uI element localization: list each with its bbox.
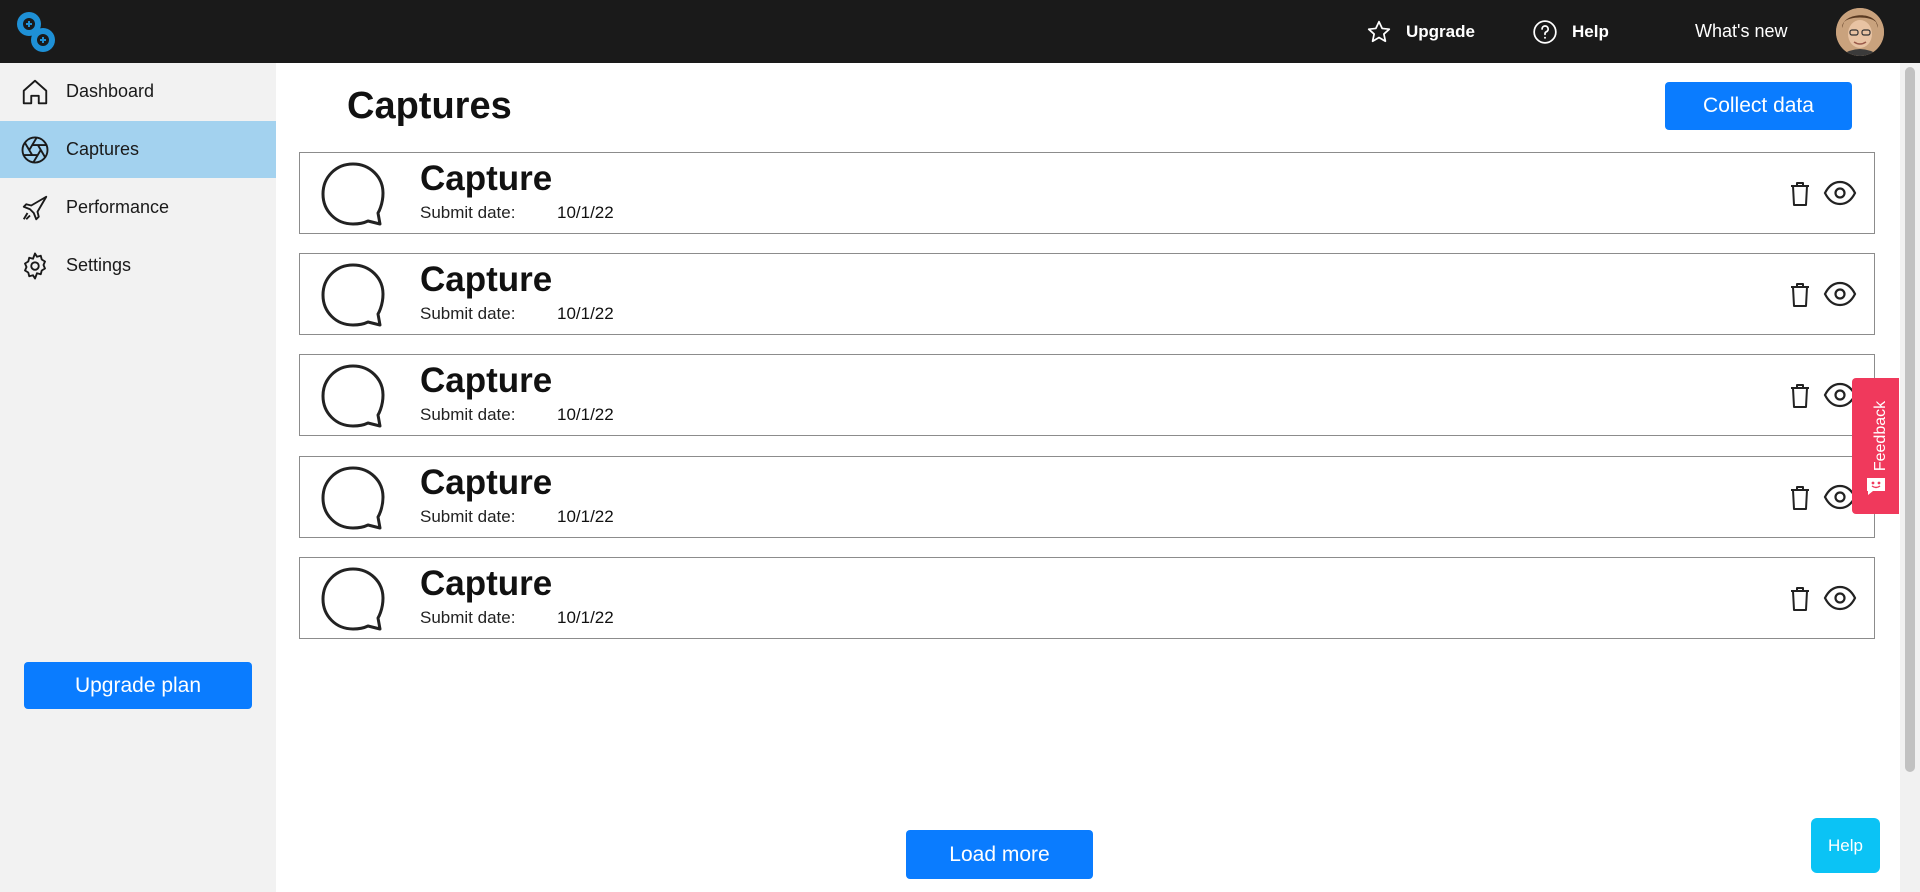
speech-bubble-icon <box>321 567 385 631</box>
help-label: Help <box>1572 21 1609 41</box>
capture-title: Capture <box>420 564 553 603</box>
trash-icon[interactable] <box>1789 282 1811 308</box>
upgrade-label: Upgrade <box>1406 21 1475 41</box>
star-icon <box>1367 20 1391 42</box>
sidebar-item-captures[interactable]: Captures <box>0 121 276 178</box>
submit-date-value: 10/1/22 <box>557 405 614 424</box>
sidebar-item-settings[interactable]: Settings <box>0 237 276 294</box>
capture-card[interactable]: Capture Submit date: 10/1/22 <box>299 456 1875 538</box>
submit-date-value: 10/1/22 <box>557 608 614 627</box>
collect-data-button[interactable]: Collect data <box>1665 82 1852 130</box>
capture-title: Capture <box>420 159 553 198</box>
capture-card[interactable]: Capture Submit date: 10/1/22 <box>299 152 1875 234</box>
speech-bubble-icon <box>321 162 385 226</box>
speech-bubble-icon <box>321 263 385 327</box>
submit-date-label: Submit date: <box>420 203 516 222</box>
eye-icon[interactable] <box>1823 280 1857 308</box>
feedback-tab[interactable]: Feedback <box>1852 378 1899 514</box>
capture-title: Capture <box>420 260 553 299</box>
eye-icon[interactable] <box>1823 179 1857 207</box>
sidebar-item-dashboard[interactable]: Dashboard <box>0 63 276 120</box>
upgrade-plan-button[interactable]: Upgrade plan <box>24 662 252 709</box>
sidebar-item-label: Settings <box>66 255 132 275</box>
whats-new-link[interactable]: What's new <box>1695 0 1787 63</box>
eye-icon[interactable] <box>1823 584 1857 612</box>
submit-date-label: Submit date: <box>420 405 516 424</box>
trash-icon[interactable] <box>1789 485 1811 511</box>
submit-date-value: 10/1/22 <box>557 203 614 222</box>
submit-date-value: 10/1/22 <box>557 304 614 323</box>
gear-icon <box>24 252 46 279</box>
trash-icon[interactable] <box>1789 181 1811 207</box>
capture-card[interactable]: Capture Submit date: 10/1/22 <box>299 557 1875 639</box>
capture-title: Capture <box>420 361 553 400</box>
trash-icon[interactable] <box>1789 586 1811 612</box>
top-bar: Upgrade Help What's new <box>0 0 1920 63</box>
upgrade-link[interactable]: Upgrade <box>1366 0 1475 63</box>
question-circle-icon <box>1533 19 1557 44</box>
app-logo[interactable] <box>14 8 58 56</box>
whats-new-label: What's new <box>1695 21 1788 41</box>
sidebar-item-label: Performance <box>66 197 170 217</box>
home-icon <box>22 79 48 104</box>
load-more-button[interactable]: Load more <box>906 830 1093 879</box>
sidebar: Dashboard Captures Performance Settings … <box>0 63 276 892</box>
scrollbar[interactable] <box>1900 63 1920 892</box>
submit-date-value: 10/1/22 <box>557 507 614 526</box>
rocket-icon <box>22 195 48 220</box>
capture-title: Capture <box>420 463 553 502</box>
trash-icon[interactable] <box>1789 383 1811 409</box>
sidebar-item-label: Captures <box>66 139 140 159</box>
submit-date-label: Submit date: <box>420 608 516 627</box>
scrollbar-thumb[interactable] <box>1905 67 1915 772</box>
speech-bubble-icon <box>321 466 385 530</box>
help-chat-button[interactable]: Help <box>1811 818 1880 873</box>
submit-date-label: Submit date: <box>420 507 516 526</box>
speech-bubble-icon <box>321 364 385 428</box>
feedback-face-icon <box>1867 478 1885 495</box>
submit-date-label: Submit date: <box>420 304 516 323</box>
aperture-icon <box>21 136 49 163</box>
capture-card[interactable]: Capture Submit date: 10/1/22 <box>299 253 1875 335</box>
page-title: Captures <box>347 85 512 127</box>
sidebar-item-label: Dashboard <box>66 81 155 101</box>
sidebar-item-performance[interactable]: Performance <box>0 179 276 236</box>
capture-card[interactable]: Capture Submit date: 10/1/22 <box>299 354 1875 436</box>
user-avatar[interactable] <box>1836 8 1884 56</box>
help-link[interactable]: Help <box>1532 0 1609 63</box>
